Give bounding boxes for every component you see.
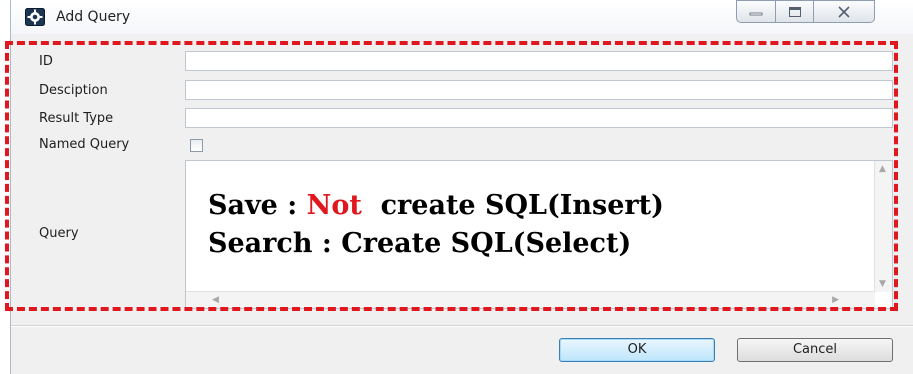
query-label: Query xyxy=(39,226,79,241)
id-field[interactable] xyxy=(185,51,893,71)
scroll-up-icon[interactable]: ▲ xyxy=(879,164,886,174)
vertical-scrollbar[interactable]: ▲ ▼ xyxy=(874,161,892,292)
minimize-icon xyxy=(749,12,763,15)
ok-button[interactable]: OK xyxy=(559,338,715,362)
description-field[interactable] xyxy=(185,80,893,100)
description-label: Desciption xyxy=(39,83,108,98)
annotation-line-1: Save : Not create SQL(Insert) xyxy=(208,187,664,225)
annotation-line-1-prefix: Save : xyxy=(208,190,307,221)
scroll-down-icon[interactable]: ▼ xyxy=(879,279,886,289)
named-query-checkbox[interactable] xyxy=(190,139,203,152)
title-bar[interactable]: Add Query xyxy=(11,0,913,34)
result-type-field[interactable] xyxy=(185,108,893,128)
scroll-right-icon[interactable]: ▶ xyxy=(832,295,839,305)
close-icon xyxy=(838,5,850,18)
scroll-left-icon[interactable]: ◀ xyxy=(212,295,219,305)
app-gear-icon xyxy=(25,8,45,26)
id-label: ID xyxy=(39,54,53,69)
annotation-line-1-suffix: create SQL(Insert) xyxy=(361,190,664,221)
result-type-label: Result Type xyxy=(39,111,114,126)
maximize-button[interactable] xyxy=(775,0,814,23)
maximize-icon xyxy=(788,6,801,17)
cancel-button[interactable]: Cancel xyxy=(737,338,893,362)
annotation-line-2: Search : Create SQL(Select) xyxy=(208,228,632,259)
horizontal-scrollbar[interactable]: ◀ ▶ xyxy=(186,291,875,308)
window-title: Add Query xyxy=(56,9,131,25)
annotation-highlight: Not xyxy=(306,190,362,221)
named-query-label: Named Query xyxy=(39,137,130,152)
query-form: ID Desciption Result Type Named Query Qu… xyxy=(11,34,913,316)
annotation-text: Save : Not create SQL(Insert) Search : C… xyxy=(208,187,664,263)
footer-divider xyxy=(11,325,913,327)
close-button[interactable] xyxy=(813,0,875,23)
minimize-button[interactable] xyxy=(736,0,776,23)
